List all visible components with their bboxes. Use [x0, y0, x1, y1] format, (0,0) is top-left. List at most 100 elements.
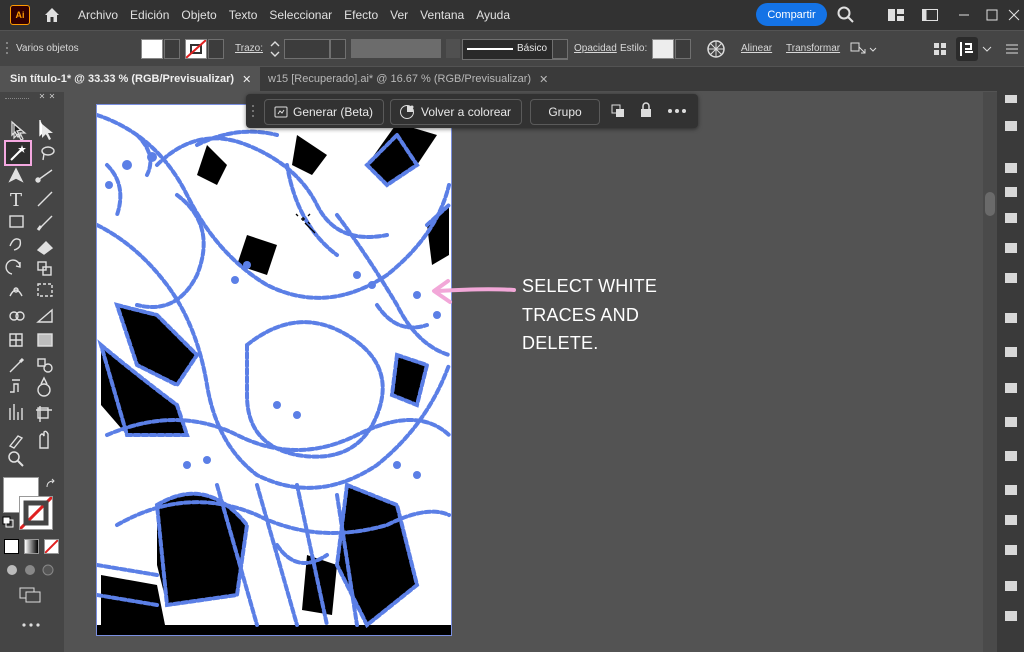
- svg-text:T: T: [10, 190, 22, 211]
- lasso-tool[interactable]: [36, 142, 58, 164]
- panel-menu-icon[interactable]: [956, 37, 978, 61]
- vertical-scrollbar[interactable]: [983, 92, 997, 652]
- contextual-task-bar: Generar (Beta) Volver a colorear Grupo: [246, 94, 698, 128]
- workspace-icon[interactable]: [920, 5, 940, 25]
- stroke-weight-label[interactable]: Trazo:: [235, 43, 263, 54]
- swap-fill-stroke-icon[interactable]: [45, 478, 57, 490]
- recolor-label: Volver a colorear: [421, 105, 512, 119]
- lasso-icon: [41, 146, 55, 161]
- menu-archivo[interactable]: Archivo: [78, 8, 118, 22]
- menu-texto[interactable]: Texto: [229, 8, 258, 22]
- none-stroke-icon: [20, 497, 52, 529]
- stroke-swatch[interactable]: [185, 39, 207, 59]
- search-icon[interactable]: [836, 5, 856, 25]
- default-colors-icon[interactable]: [2, 516, 14, 528]
- color-mode-button[interactable]: [4, 539, 19, 554]
- menu-ayuda[interactable]: Ayuda: [476, 8, 510, 22]
- scrollbar-thumb[interactable]: [985, 192, 995, 216]
- zoom-icon[interactable]: [6, 449, 26, 469]
- direct-selection-tool[interactable]: [36, 121, 58, 143]
- magic-wand-tool-highlight[interactable]: [4, 140, 32, 166]
- recolor-button[interactable]: Volver a colorear: [390, 99, 522, 125]
- traced-artwork[interactable]: [97, 105, 451, 635]
- screen-mode-icon[interactable]: [18, 586, 44, 604]
- brush-label: Básico: [517, 43, 548, 54]
- annotation-text: SELECT WHITE TRACES AND DELETE.: [522, 272, 657, 358]
- transform-link[interactable]: Transformar: [786, 43, 840, 54]
- stroke-color-box[interactable]: [19, 496, 53, 530]
- share-button[interactable]: Compartir: [756, 3, 827, 26]
- stroke-weight-input[interactable]: [284, 39, 330, 59]
- selection-icon: [13, 123, 27, 141]
- close-tab-icon[interactable]: ✕: [539, 73, 548, 86]
- close-tab-icon[interactable]: ✕: [242, 73, 251, 86]
- variable-width-profile[interactable]: [351, 39, 441, 58]
- arrange-panels-icon[interactable]: [932, 39, 948, 59]
- control-bar: Varios objetos Trazo: Básico Opacidad Es…: [0, 31, 1024, 66]
- tab-document-1[interactable]: Sin título-1* @ 33.33 % (RGB/Previsualiz…: [0, 67, 260, 91]
- tab-document-2[interactable]: w15 [Recuperado].ai* @ 16.67 % (RGB/Prev…: [258, 67, 578, 91]
- style-label: Estilo:: [620, 43, 648, 54]
- stroke-dropdown[interactable]: [208, 39, 224, 59]
- app-logo: Ai: [10, 5, 30, 25]
- stroke-weight-stepper-icon[interactable]: [269, 39, 281, 59]
- brush-dropdown[interactable]: [552, 39, 568, 59]
- drawing-modes-icon[interactable]: [4, 562, 60, 578]
- menu-seleccionar[interactable]: Seleccionar: [269, 8, 332, 22]
- overflow-menu-icon[interactable]: [1004, 39, 1020, 59]
- generate-icon: [274, 106, 288, 118]
- grip-icon: [6, 42, 8, 54]
- menu-bar: Ai Archivo Edición Objeto Texto Seleccio…: [0, 0, 1024, 30]
- menu-objeto[interactable]: Objeto: [181, 8, 216, 22]
- recolor-artwork-icon[interactable]: [706, 39, 726, 59]
- annotation-line-3: DELETE.: [522, 333, 599, 353]
- lock-icon[interactable]: [639, 102, 653, 119]
- gradient-mode-button[interactable]: [24, 539, 39, 554]
- drag-handle-icon[interactable]: [250, 104, 256, 118]
- menu-efecto[interactable]: Efecto: [344, 8, 378, 22]
- minimize-icon[interactable]: [956, 5, 972, 25]
- more-options-icon[interactable]: [667, 106, 687, 116]
- main-menu: Archivo Edición Objeto Texto Seleccionar…: [78, 8, 522, 22]
- selection-type-label: Varios objetos: [16, 43, 79, 54]
- right-panel-dock: [997, 67, 1024, 652]
- transform-options-icon[interactable]: [849, 39, 877, 59]
- panel-icons: [1005, 95, 1017, 621]
- tab-label: w15 [Recuperado].ai* @ 16.67 % (RGB/Prev…: [268, 73, 532, 85]
- close-icon[interactable]: [1006, 5, 1022, 25]
- artboard[interactable]: [96, 104, 452, 636]
- tool-grid: T: [5, 167, 54, 449]
- fill-dropdown[interactable]: [164, 39, 180, 59]
- menu-ventana[interactable]: Ventana: [420, 8, 464, 22]
- generate-label: Generar (Beta): [293, 105, 374, 119]
- none-mode-button[interactable]: [44, 539, 59, 554]
- generate-button[interactable]: Generar (Beta): [264, 99, 384, 125]
- none-stroke-icon: [186, 40, 206, 58]
- menu-edicion[interactable]: Edición: [130, 8, 169, 22]
- maximize-icon[interactable]: [984, 5, 1000, 25]
- group-label: Grupo: [548, 105, 582, 119]
- panel-options-chevron-icon[interactable]: [979, 39, 999, 59]
- annotation-line-1: SELECT WHITE: [522, 276, 658, 296]
- arrange-documents-icon[interactable]: [886, 5, 906, 25]
- direct-selection-icon: [42, 124, 53, 140]
- align-link[interactable]: Alinear: [741, 43, 772, 54]
- none-icon: [45, 540, 58, 553]
- menu-ver[interactable]: Ver: [390, 8, 408, 22]
- magic-wand-icon: [10, 145, 26, 161]
- arrange-icon[interactable]: [610, 103, 626, 119]
- graphic-style-swatch[interactable]: [652, 39, 674, 59]
- profile-dropdown[interactable]: [446, 39, 460, 58]
- opacity-label[interactable]: Opacidad: [574, 43, 617, 54]
- stroke-weight-dropdown[interactable]: [330, 39, 346, 59]
- group-button[interactable]: Grupo: [530, 99, 600, 125]
- annotation-arrow-icon: [432, 279, 516, 304]
- home-icon[interactable]: [42, 5, 62, 25]
- fill-swatch[interactable]: [141, 39, 163, 59]
- edit-toolbar-icon[interactable]: [20, 620, 42, 630]
- recolor-icon: [400, 105, 414, 119]
- annotation-line-2: TRACES AND: [522, 304, 640, 325]
- tab-label: Sin título-1* @ 33.33 % (RGB/Previsualiz…: [10, 73, 235, 85]
- graphic-style-dropdown[interactable]: [675, 39, 691, 59]
- document-tab-bar: Sin título-1* @ 33.33 % (RGB/Previsualiz…: [0, 67, 997, 91]
